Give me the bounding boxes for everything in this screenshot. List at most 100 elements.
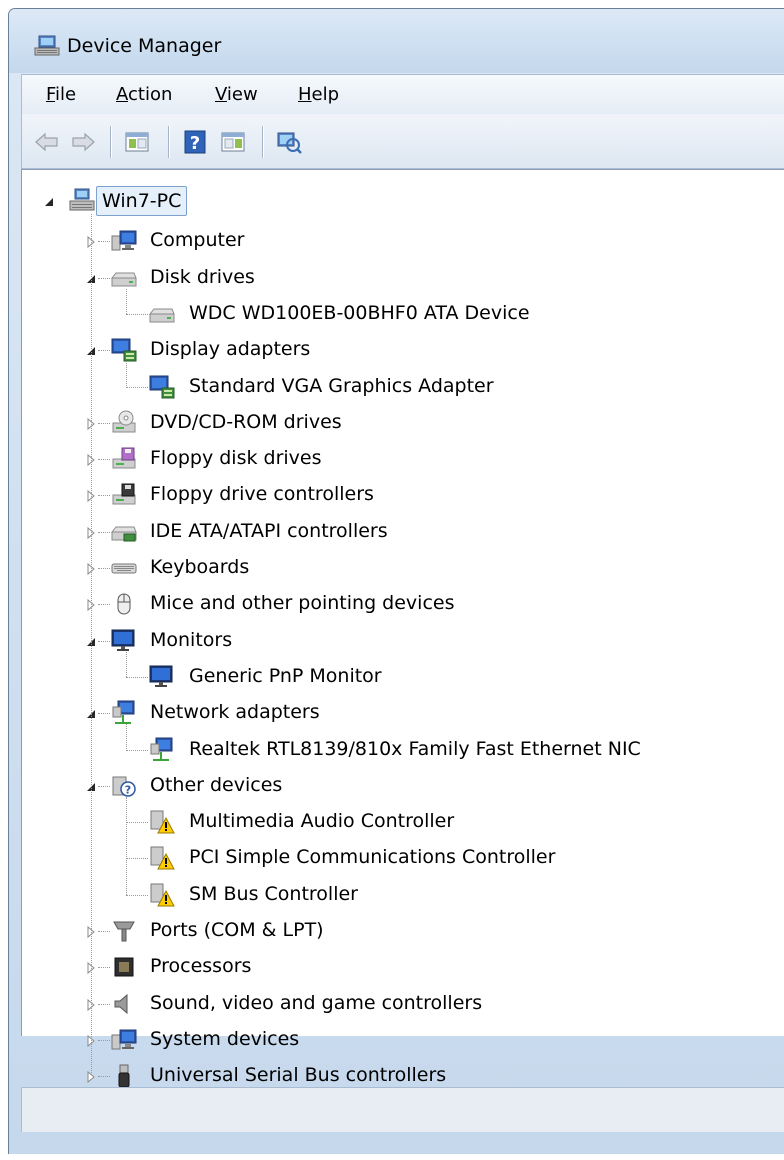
tree-item-label: Processors [150,955,252,978]
tree-connector [98,785,110,787]
tree-item-category[interactable]: DVD/CD-ROM drives [22,408,782,438]
floppy-controller-icon [110,481,138,509]
tree-item-label: DVD/CD-ROM drives [150,410,342,433]
tree-item-device[interactable]: WDC WD100EB-00BHF0 ATA Device [22,299,782,329]
menu-help[interactable]: Help [298,84,339,105]
warning-device-icon [148,808,176,836]
port-icon [110,917,138,945]
tree-connector [98,604,110,606]
forward-icon[interactable] [68,128,98,156]
tree-item-device[interactable]: SM Bus Controller [22,880,782,910]
monitor-icon [148,663,176,691]
network-adapter-icon [110,699,138,727]
menu-view[interactable]: View [215,84,258,105]
computer-network-icon [68,187,96,215]
tree-item-label: Network adapters [150,701,320,724]
tree-connector [126,676,148,678]
tree-connector [98,713,110,715]
processor-icon [110,953,138,981]
tree-item-category[interactable]: Keyboards [22,553,782,583]
tree-connector [126,749,148,751]
tree-item-category[interactable]: Floppy disk drives [22,444,782,474]
system-device-icon [110,1026,138,1054]
toolbar: ? [21,114,784,169]
tree-item-device[interactable]: Standard VGA Graphics Adapter [22,372,782,402]
tree-item-label: SM Bus Controller [189,882,358,905]
tree-item-category[interactable]: Computer [22,226,782,256]
toolbar-separator [262,126,263,158]
tree-item-category[interactable]: System devices [22,1025,782,1055]
status-bar [21,1087,784,1132]
tree-item-label: Other devices [150,773,283,796]
tree-item-label: Disk drives [150,265,255,288]
tree-item-device[interactable]: Multimedia Audio Controller [22,807,782,837]
tree-item-label: Ports (COM & LPT) [150,919,324,941]
keyboard-icon [110,554,138,582]
tree-root[interactable]: Win7-PC [22,186,782,216]
help-icon[interactable]: ? [180,128,210,156]
tree-connector [98,640,110,642]
back-icon[interactable] [32,128,62,156]
tree-connector [126,822,148,824]
tree-connector [98,1076,110,1078]
tree-item-label: Universal Serial Bus controllers [150,1064,447,1087]
unknown-device-icon: ? [110,772,138,800]
tree-connector [98,277,110,279]
tree-item-label: Floppy drive controllers [150,483,374,506]
tree-connector [98,967,110,969]
tree-connector [126,796,127,895]
tree-item-category[interactable]: Processors [22,952,782,982]
network-adapter-icon [148,736,176,764]
monitor-icon [110,627,138,655]
tree-item-device[interactable]: PCI Simple Communications Controller [22,843,782,873]
tree-item-category[interactable]: Floppy drive controllers [22,480,782,510]
tree-item-device[interactable]: Realtek RTL8139/810x Family Fast Etherne… [22,735,782,765]
tree-item-label: Multimedia Audio Controller [189,810,455,833]
show-hide-tree-icon[interactable] [218,128,248,156]
tree-item-label: PCI Simple Communications Controller [189,846,556,869]
tree-connector [126,386,148,388]
tree-connector [98,531,110,533]
properties-pane-icon[interactable] [122,128,152,156]
tree-item-label: Display adapters [150,338,311,361]
tree-item-category[interactable]: IDE ATA/ATAPI controllers [22,517,782,547]
tree-item-label: WDC WD100EB-00BHF0 ATA Device [189,301,530,324]
tree-connector [126,651,127,677]
tree-connector [98,931,110,932]
tree-item-category[interactable]: Mice and other pointing devices [22,589,782,619]
device-tree[interactable]: Win7-PC Computer Disk drives WDC WD100EB-00… [21,169,784,1088]
disk-drive-icon [148,300,176,328]
tree-connector [98,459,110,461]
tree-item-category[interactable]: Sound, video and game controllers [22,989,782,1019]
scan-hardware-icon[interactable] [274,128,304,156]
menu-bar: File Action View Help [21,74,784,115]
toolbar-separator [168,126,169,158]
usb-icon [110,1062,138,1090]
tree-connector [98,350,110,352]
collapse-arrow-icon[interactable] [42,194,56,208]
tree-item-label: Mice and other pointing devices [150,592,455,615]
title-bar[interactable]: Device Manager [9,9,784,73]
tree-item-category[interactable]: Network adapters [22,698,782,728]
tree-root-label: Win7-PC [96,186,188,216]
tree-item-category[interactable]: Monitors [22,626,782,656]
tree-connector [126,288,127,314]
tree-connector [126,894,148,896]
computer-icon [110,227,138,255]
menu-file[interactable]: File [46,84,76,105]
display-adapter-icon [148,373,176,401]
mouse-icon [110,590,138,618]
menu-action[interactable]: Action [116,84,172,105]
tree-connector [98,1039,110,1041]
tree-item-category[interactable]: Display adapters [22,335,782,365]
tree-connector [126,361,127,387]
tree-connector [98,422,110,424]
tree-connector [126,313,148,315]
toolbar-separator [110,126,111,158]
tree-item-category[interactable]: Ports (COM & LPT) [22,916,782,946]
tree-item-category[interactable]: Disk drives [22,263,782,293]
tree-item-device[interactable]: Generic PnP Monitor [22,662,782,692]
warning-device-icon [148,881,176,909]
tree-connector [126,724,127,750]
tree-item-category[interactable]: ? Other devices [22,771,782,801]
